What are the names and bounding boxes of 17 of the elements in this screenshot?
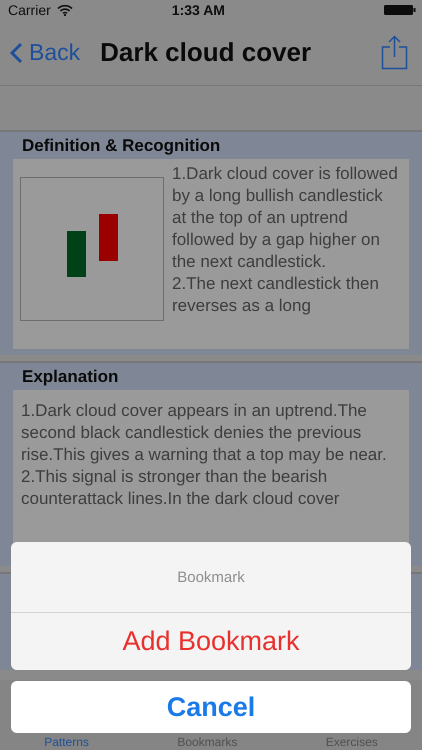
add-bookmark-button[interactable]: Add Bookmark [11, 613, 411, 670]
body-text: 1.Dark cloud cover appears in an uptrend.The second black candlestick denies the previous rise.This gives a warning that a top may be near. 2.This signal is stronger than the bearish counterattack lines.In the dark cloud cover [21, 400, 388, 510]
sheet-title: Bookmark [11, 542, 411, 613]
candlestick-drawing [67, 214, 118, 277]
tab-item[interactable]: Patterns [44, 735, 89, 749]
screen-title: Dark cloud cover [100, 37, 312, 68]
chevron-icon [10, 42, 23, 64]
share-icon[interactable] [381, 35, 408, 70]
cancel-button[interactable]: Cancel [11, 681, 411, 733]
body-text: 1.Dark cloud cover is followed by a long bullish candlestick at the top of an uptrend followed by a gap higher on the next candlestick. 2.The next candlestick then reverses as a long [172, 163, 399, 317]
wifi-icon [56, 4, 73, 16]
section-title: Definition & Recognition [21, 135, 222, 157]
carrier-label: Carrier [8, 2, 51, 18]
section-title: Explanation [21, 366, 120, 388]
clock-time: 1:33 AM [170, 2, 226, 18]
battery-icon [384, 5, 416, 15]
back-button[interactable]: Back [10, 39, 80, 66]
